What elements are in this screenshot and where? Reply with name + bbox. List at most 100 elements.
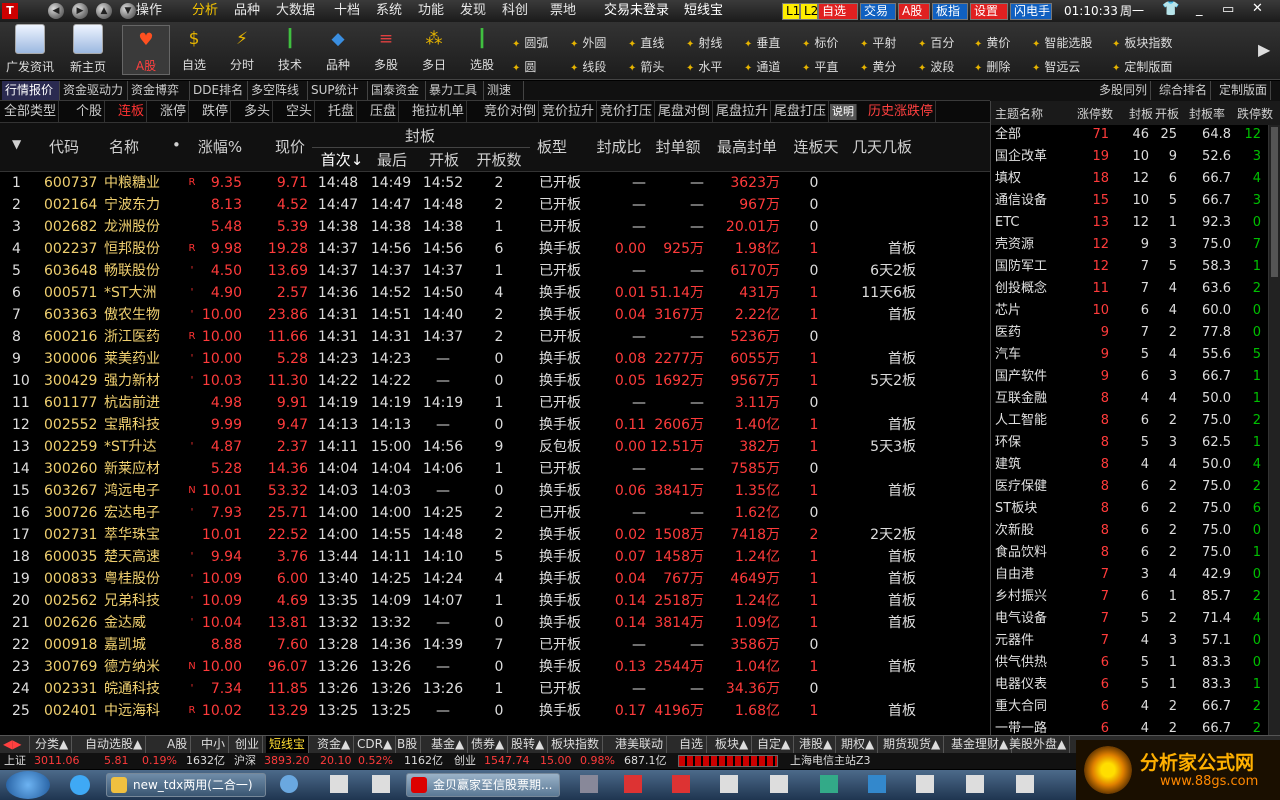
filter-tab-5[interactable]: 多头 — [242, 101, 274, 122]
sort-icon[interactable]: ▼ — [12, 137, 21, 151]
stock-name[interactable]: 杭齿前进 — [104, 392, 184, 414]
draw-tool-3[interactable]: ✦ 射线 — [686, 34, 722, 51]
draw-tool-r2-7[interactable]: ✦ 波段 — [918, 58, 954, 75]
theme-row[interactable]: 国企改革 19 10 9 52.6 3 — [991, 146, 1280, 168]
bottom-tab-16[interactable]: 自定▲ — [754, 736, 795, 753]
bottom-tab-17[interactable]: 港股▲ — [796, 736, 837, 753]
theme-name[interactable]: 人工智能 — [995, 410, 1047, 432]
theme-name[interactable]: 电器仪表 — [995, 674, 1047, 696]
server-status[interactable]: 上海电信主站Z3 — [790, 753, 871, 769]
stock-code[interactable]: 002552 — [44, 414, 104, 436]
taskbar-icon-b[interactable] — [330, 775, 348, 793]
bottom-tab-11[interactable]: 股转▲ — [508, 736, 549, 753]
toolbar-btn-5[interactable]: ┃ 技术 — [266, 28, 314, 73]
filter-tab-9[interactable]: 拖拉机单 — [410, 101, 468, 122]
side-col-4[interactable]: 封板率 — [1189, 105, 1225, 122]
bottom-tab-15[interactable]: 板块▲ — [712, 736, 753, 753]
theme-name[interactable]: 全部 — [995, 124, 1021, 146]
bottom-tab-4[interactable]: 创业 — [232, 736, 264, 753]
stock-code[interactable]: 300260 — [44, 458, 104, 480]
theme-row[interactable]: 人工智能 8 6 2 75.0 2 — [991, 410, 1280, 432]
stock-name[interactable]: *ST大洲 — [104, 282, 184, 304]
filter-tab-14[interactable]: 尾盘拉升 — [714, 101, 772, 122]
bottom-tab-9[interactable]: 基金▲ — [428, 736, 469, 753]
table-row[interactable]: 4 002237 恒邦股份 R 9.98 19.28 14:37 14:56 14:56 6 换手板… — [0, 238, 990, 260]
table-row[interactable]: 9 300006 莱美药业 ' 10.00 5.28 14:23 14:23—0 换手板 0.08… — [0, 348, 990, 370]
table-row[interactable]: 24 002331 皖通科技 ' 7.34 11.85 13:26 13:26 13:26 1 已开… — [0, 678, 990, 700]
menu-item-7[interactable]: 发现 — [460, 0, 486, 22]
stock-code[interactable]: 601177 — [44, 392, 104, 414]
stock-name[interactable]: 傲农生物 — [104, 304, 184, 326]
stock-code[interactable]: 300769 — [44, 656, 104, 678]
table-row[interactable]: 15 603267 鸿远电子 N 10.01 53.32 14:03 14:03—0 换手板 0.… — [0, 480, 990, 502]
menu-item-9[interactable]: 票地 — [550, 0, 576, 22]
stock-name[interactable]: 龙洲股份 — [104, 216, 184, 238]
bottom-tab-14[interactable]: 自选 — [676, 736, 708, 753]
bottom-tab-2[interactable]: A股 — [164, 736, 192, 753]
table-row[interactable]: 5 603648 畅联股份 ' 4.50 13.69 14:37 14:37 14:37 1 已开板… — [0, 260, 990, 282]
stock-name[interactable]: 恒邦股份 — [104, 238, 184, 260]
login-status[interactable]: 交易未登录 — [604, 0, 669, 22]
stock-name[interactable]: 金达威 — [104, 612, 184, 634]
table-row[interactable]: 10 300429 强力新材 ' 10.03 11.30 14:22 14:22—0 换手板 0.… — [0, 370, 990, 392]
top-button-0[interactable]: L1 — [782, 3, 800, 20]
toolbar-btn-0[interactable]: 广发资讯 — [4, 24, 56, 75]
draw-tool-r2-10[interactable]: ✦ 定制版面 — [1112, 58, 1172, 75]
minimize-icon[interactable]: _ — [1196, 2, 1203, 17]
close-icon[interactable]: ✕ — [1252, 1, 1263, 16]
stock-code[interactable]: 300726 — [44, 502, 104, 524]
side-tab-0[interactable]: 多股同列 — [1096, 81, 1152, 100]
taskbar-icon-f[interactable] — [672, 775, 690, 793]
col-type[interactable]: 板型 — [532, 136, 572, 157]
cy-label[interactable]: 创业 — [454, 753, 476, 769]
col-name[interactable]: 名称 — [104, 136, 144, 157]
taskbar-icon-j[interactable] — [868, 775, 886, 793]
stock-name[interactable]: 德方纳米 — [104, 656, 184, 678]
theme-row[interactable]: 建筑 8 4 4 50.0 4 — [991, 454, 1280, 476]
theme-name[interactable]: 医疗保健 — [995, 476, 1047, 498]
stock-name[interactable]: 宁波东力 — [104, 194, 184, 216]
stock-name[interactable]: 楚天高速 — [104, 546, 184, 568]
subtab-8[interactable]: 测速 — [484, 81, 524, 100]
menu-item-6[interactable]: 功能 — [418, 0, 444, 22]
col-last[interactable]: 最后 — [372, 149, 412, 170]
stock-name[interactable]: 宝鼎科技 — [104, 414, 184, 436]
bottom-tab-10[interactable]: 债券▲ — [468, 736, 509, 753]
taskbar-icon-e[interactable] — [624, 775, 642, 793]
subtab-0[interactable]: 行情报价 — [2, 81, 60, 100]
menu-item-0[interactable]: 操作 — [136, 0, 162, 22]
subtab-2[interactable]: 资金博弈 — [128, 81, 190, 100]
col-code[interactable]: 代码 — [44, 136, 84, 157]
filter-tab-0[interactable]: 全部类型 — [2, 101, 60, 122]
draw-tool-r2-4[interactable]: ✦ 通道 — [744, 58, 780, 75]
table-row[interactable]: 8 600216 浙江医药 R 10.00 11.66 14:31 14:31 14:37 2 已开… — [0, 326, 990, 348]
toolbar-btn-1[interactable]: 新主页 — [62, 24, 114, 75]
menu-item-4[interactable]: 十档 — [334, 0, 360, 22]
filter-tab-11[interactable]: 竞价拉升 — [540, 101, 598, 122]
back-icon[interactable]: ◀ — [48, 3, 64, 19]
theme-name[interactable]: ST板块 — [995, 498, 1037, 520]
bottom-tab-1[interactable]: 自动选股▲ — [82, 736, 147, 753]
theme-name[interactable]: 互联金融 — [995, 388, 1047, 410]
bottom-tab-5[interactable]: 短线宝 — [266, 736, 310, 753]
theme-row[interactable]: 医疗保健 8 6 2 75.0 2 — [991, 476, 1280, 498]
bottom-tab-6[interactable]: 资金▲ — [314, 736, 355, 753]
table-row[interactable]: 25 002401 中远海科 R 10.02 13.29 13:25 13:25—0 换手板 0.… — [0, 700, 990, 722]
theme-name[interactable]: 国防军工 — [995, 256, 1047, 278]
stock-name[interactable]: 畅联股份 — [104, 260, 184, 282]
side-col-3[interactable]: 开板 — [1155, 105, 1179, 122]
draw-tool-2[interactable]: ✦ 直线 — [628, 34, 664, 51]
menu-item-3[interactable]: 大数据 — [276, 0, 315, 22]
theme-row[interactable]: 填权 18 12 6 66.7 4 — [991, 168, 1280, 190]
draw-tool-4[interactable]: ✦ 垂直 — [744, 34, 780, 51]
filter-tab-16[interactable]: 说明 — [830, 104, 857, 120]
stock-code[interactable]: 002562 — [44, 590, 104, 612]
theme-name[interactable]: 电气设备 — [995, 608, 1047, 630]
draw-tool-9[interactable]: ✦ 智能选股 — [1032, 34, 1092, 51]
theme-name[interactable]: 国企改革 — [995, 146, 1047, 168]
draw-tool-8[interactable]: ✦ 黄价 — [974, 34, 1010, 51]
theme-row[interactable]: 次新股 8 6 2 75.0 0 — [991, 520, 1280, 542]
toolbar-btn-4[interactable]: ⚡ 分时 — [218, 28, 266, 73]
bottom-tab-20[interactable]: 基金理财▲ — [948, 736, 1013, 753]
stock-code[interactable]: 002401 — [44, 700, 104, 722]
